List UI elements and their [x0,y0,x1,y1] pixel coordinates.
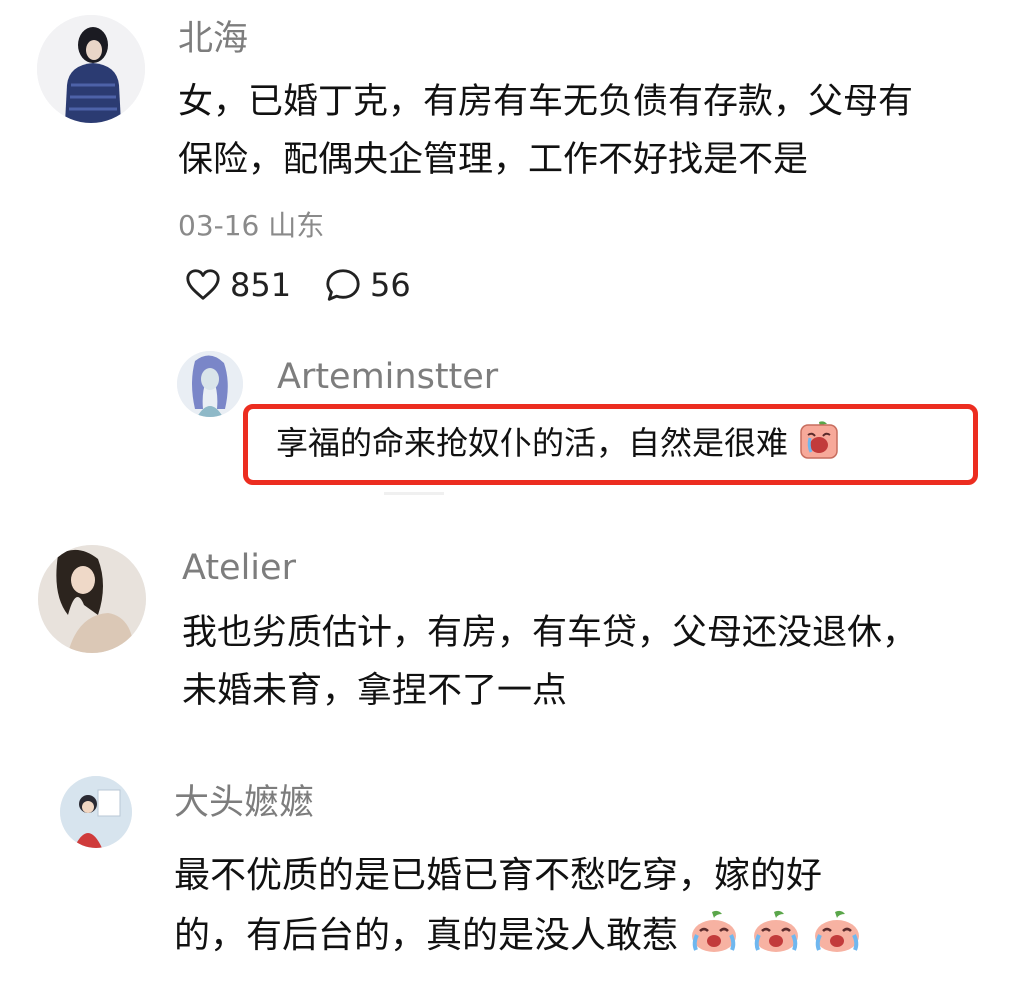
avatar-image [177,351,243,417]
crying-peach-emoji-icon [812,909,862,972]
comment-text-line: 我也劣质估计，有房，有车贷，父母还没退休， [182,613,918,653]
crying-peach-emoji-icon [751,909,801,972]
comment-meta: 03-16 山东 [178,204,324,244]
comment-text-line: 女，已婚丁克，有房有车无负债有存款，父母有 [178,82,914,122]
comment-text-line: 保险，配偶央企管理，工作不好找是不是 [178,140,809,180]
comment-text-line: 的，有后台的，真的是没人敢惹 [174,906,1024,972]
reply-username[interactable]: Arteminstter [277,360,498,395]
avatar[interactable] [177,351,243,417]
comment-text: 女，已婚丁克，有房有车无负债有存款，父母有 保险，配偶央企管理，工作不好找是不是 [178,73,1008,189]
comment-username[interactable]: Atelier [182,551,296,586]
avatar-image [37,15,145,123]
comment-date: 03-16 [178,209,260,242]
avatar[interactable] [37,15,145,123]
comment-text: 我也劣质估计，有房，有车贷，父母还没退休， 未婚未育，拿捏不了一点 [182,604,1012,720]
avatar-image [38,545,146,653]
avatar[interactable] [38,545,146,653]
speech-bubble-icon [326,269,360,301]
comment-location: 山东 [268,209,325,242]
crying-peach-emoji-icon [689,909,739,972]
comment-text-line: 未婚未育，拿捏不了一点 [182,671,568,711]
reply-count: 56 [370,266,411,304]
comment-username[interactable]: 大头嬷嬷 [174,786,314,821]
crying-peach-emoji-icon [798,418,840,477]
like-button[interactable]: 851 [184,266,291,304]
heart-outline-icon [186,269,220,300]
faint-divider-mark [384,492,444,495]
like-count: 851 [230,266,292,304]
comment-username[interactable]: 北海 [178,22,248,57]
comment-text-segment: 的，有后台的，真的是没人敢惹 [174,915,679,956]
comment-text-line: 最不优质的是已婚已育不愁吃穿，嫁的好 [174,855,823,896]
avatar[interactable] [60,776,132,848]
reply-text: 享福的命来抢奴仆的活，自然是很难 [276,424,789,462]
avatar-image [60,776,132,848]
comment-text: 最不优质的是已婚已育不愁吃穿，嫁的好 的，有后台的，真的是没人敢惹 [174,846,1024,972]
reply-text-row: 享福的命来抢奴仆的活，自然是很难 [276,415,840,477]
reply-button[interactable]: 56 [324,266,411,304]
